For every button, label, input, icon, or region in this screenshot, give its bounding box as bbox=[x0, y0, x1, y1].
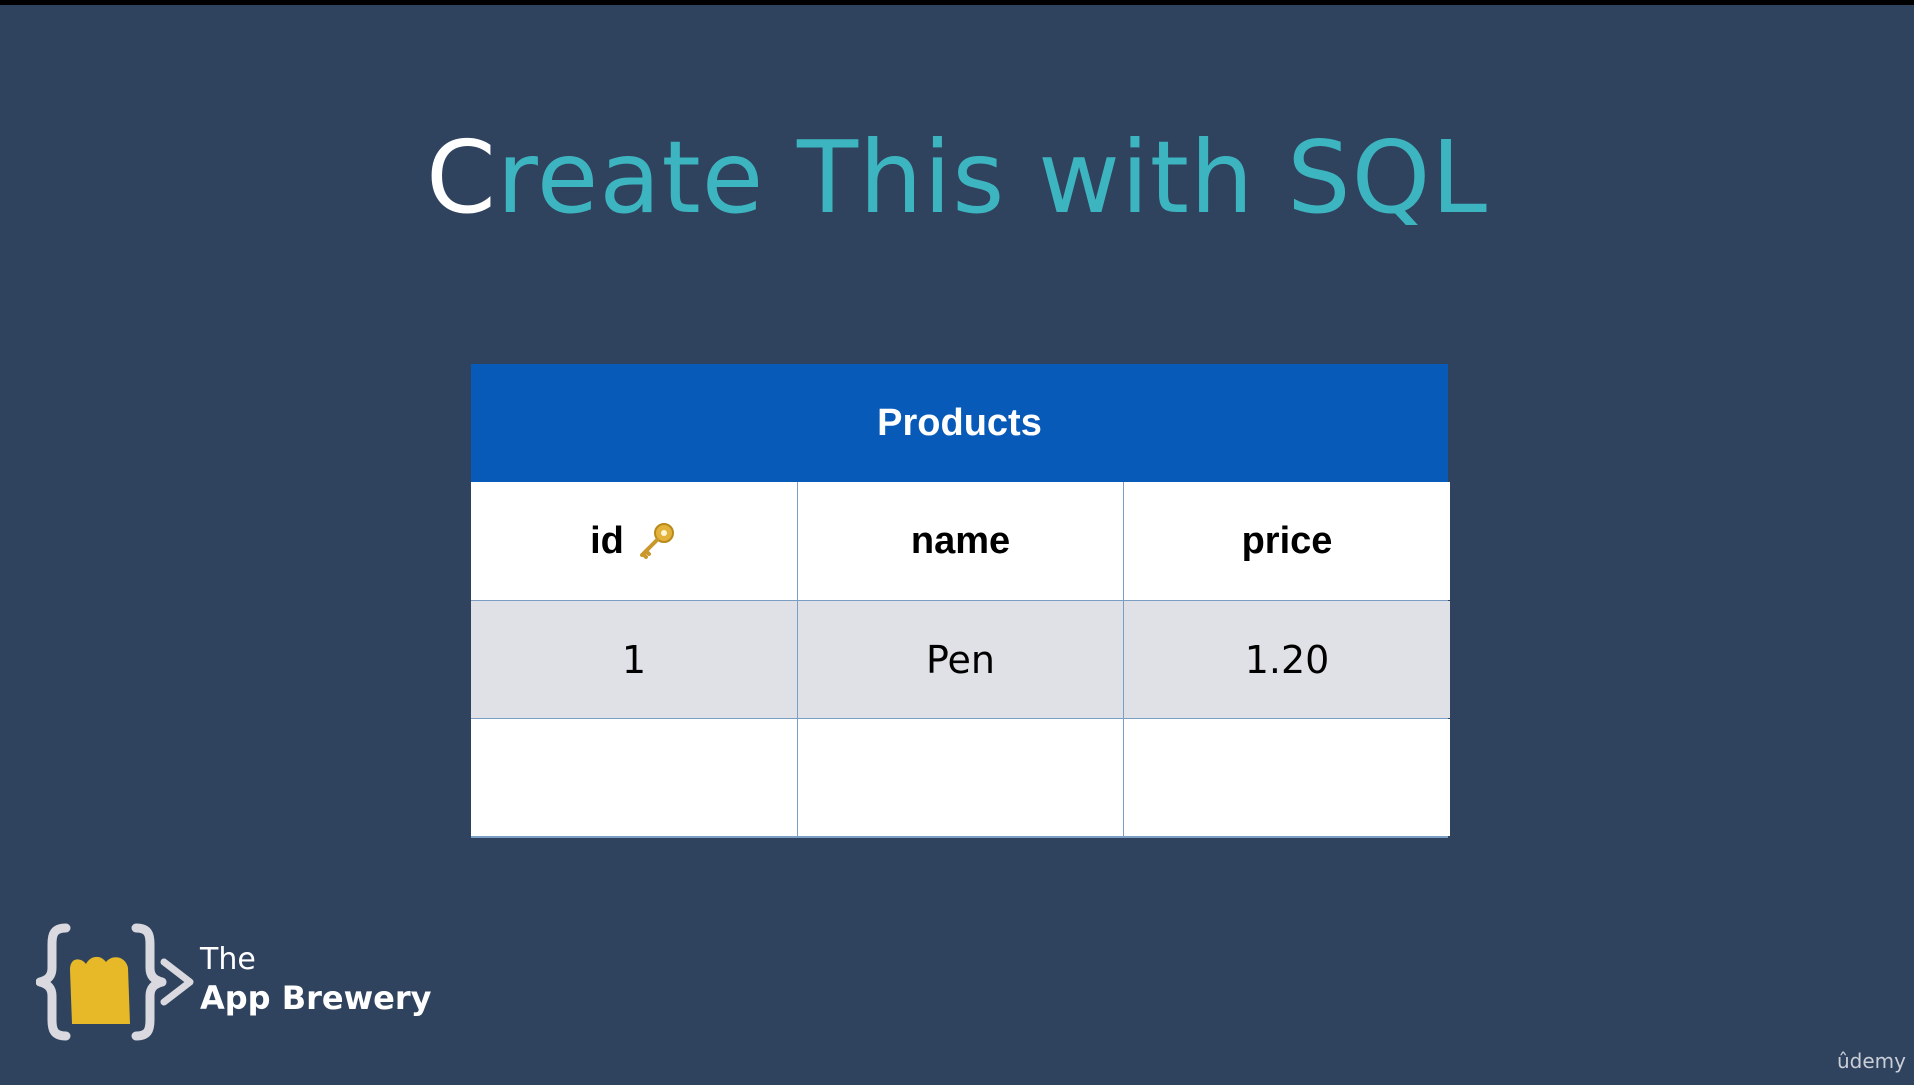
title-rest: reate This with SQL bbox=[496, 119, 1489, 236]
table-cell: 1.20 bbox=[1124, 601, 1450, 718]
table-cell-empty bbox=[1124, 719, 1450, 836]
app-brewery-logo bbox=[36, 923, 194, 1041]
udemy-watermark: ûdemy bbox=[1837, 1049, 1906, 1073]
column-header-name: name bbox=[798, 482, 1123, 600]
table-cell-empty bbox=[471, 719, 797, 836]
brand-line-1: The bbox=[200, 942, 256, 977]
table-cell-empty bbox=[798, 719, 1123, 836]
column-header-label: id bbox=[590, 519, 624, 562]
brand-line-2: App Brewery bbox=[200, 979, 432, 1017]
table-cell: Pen bbox=[798, 601, 1123, 718]
column-header-price: price bbox=[1124, 482, 1450, 600]
slide-title: Create This with SQL bbox=[0, 118, 1914, 238]
key-icon bbox=[639, 523, 674, 559]
slide: Create This with SQL Products id name pr… bbox=[0, 5, 1914, 1085]
column-header-id: id bbox=[471, 482, 797, 600]
table-caption: Products bbox=[471, 364, 1448, 482]
table-cell: 1 bbox=[471, 601, 797, 718]
products-table: Products id name price 1 Pen 1.20 bbox=[471, 364, 1450, 838]
app-brewery-brand: The App Brewery bbox=[36, 920, 456, 1050]
table-grid: id name price 1 Pen 1.20 bbox=[471, 482, 1450, 838]
title-first-letter: C bbox=[425, 119, 497, 236]
